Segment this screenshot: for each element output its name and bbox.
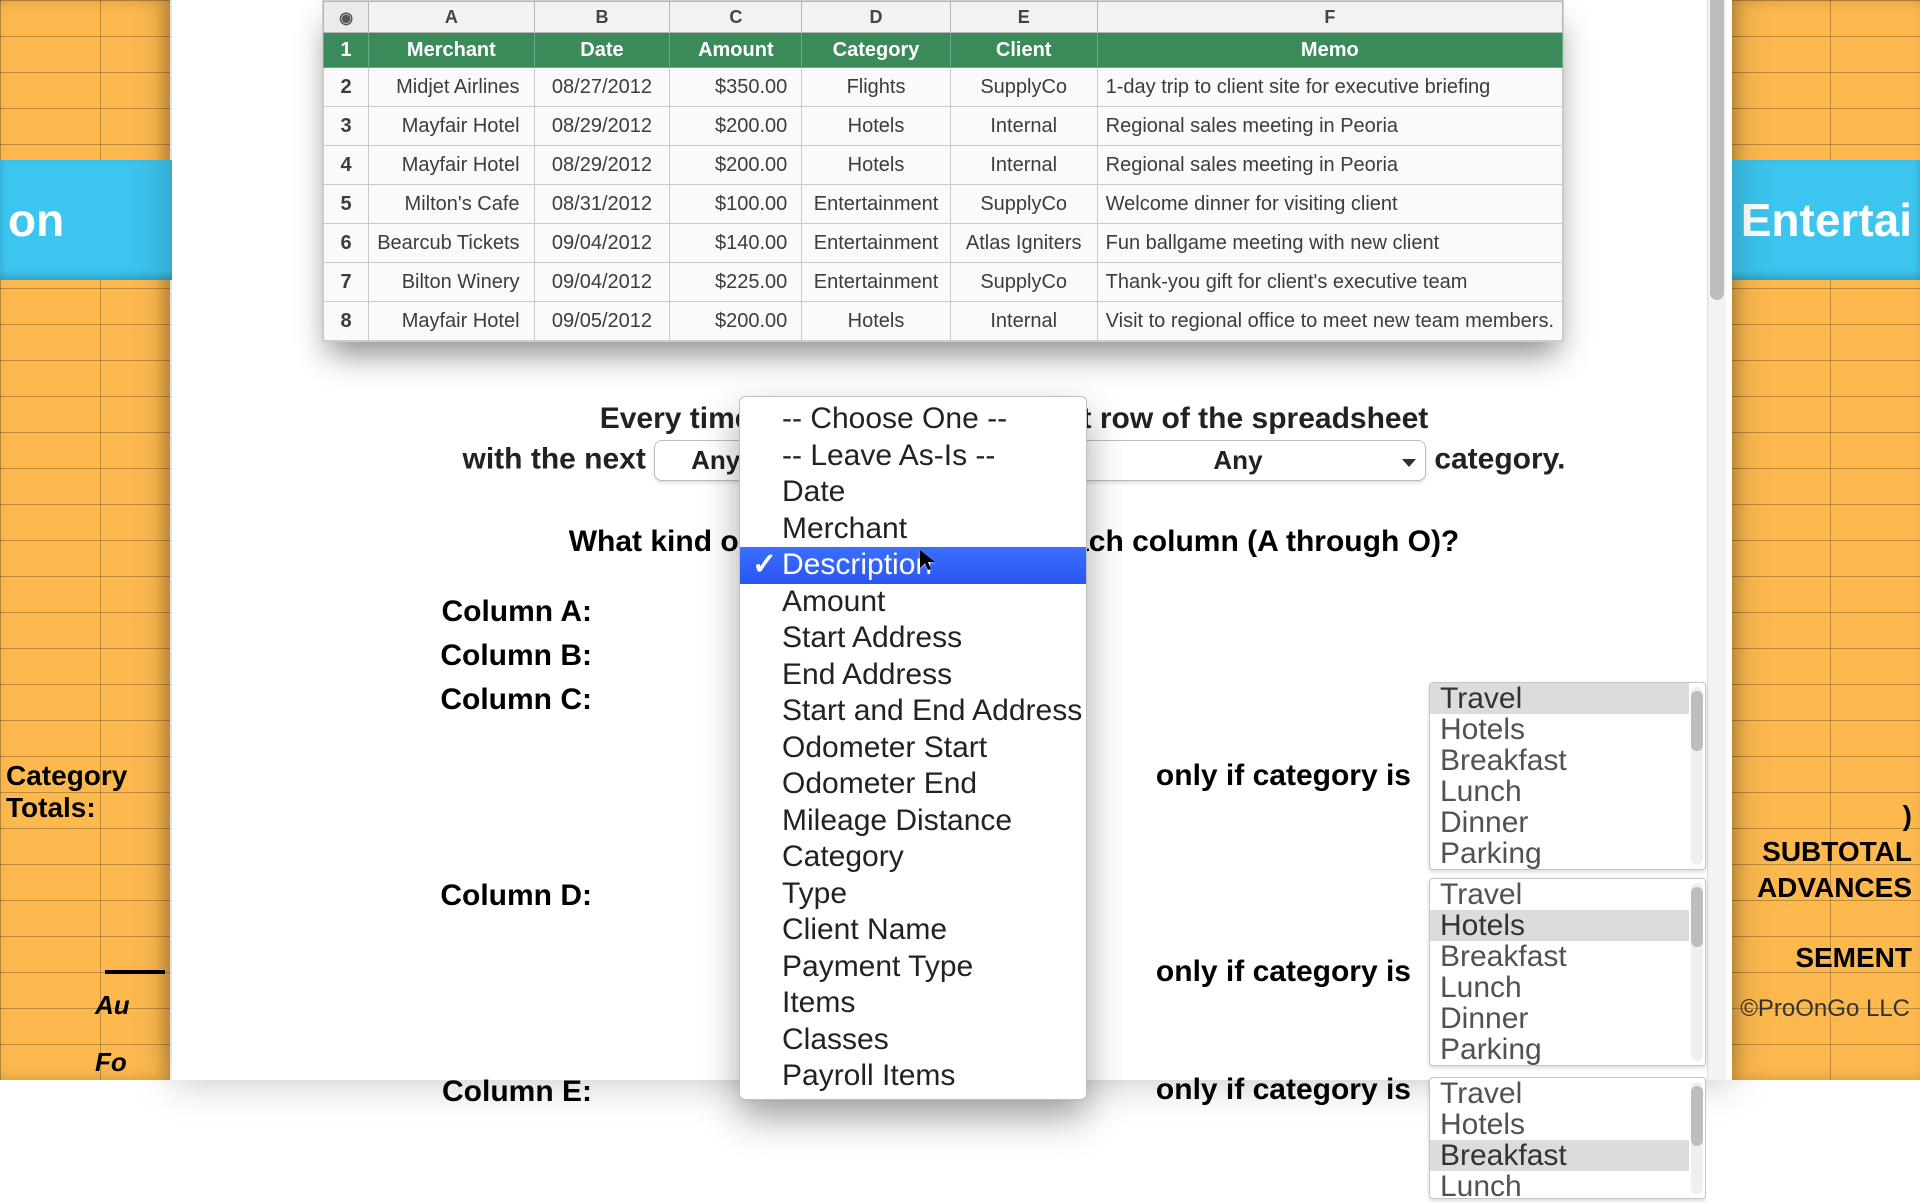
col-letter-C: C xyxy=(670,2,802,33)
column-d-label: Column D: xyxy=(322,877,592,913)
table-row: 3 Mayfair Hotel 08/29/2012 $200.00 Hotel… xyxy=(324,107,1563,146)
listbox-scrollbar[interactable] xyxy=(1691,687,1703,865)
spreadsheet-col-letters-row: A B C D E F xyxy=(324,2,1563,33)
col-letter-B: B xyxy=(534,2,670,33)
config-dialog-card: A B C D E F 1 Merchant Date Amount Categ… xyxy=(172,0,1732,1080)
header-client: Client xyxy=(950,33,1097,68)
spreadsheet-header-row: 1 Merchant Date Amount Category Client M… xyxy=(324,33,1563,68)
bg-left-row-labels: Au Fo xyxy=(95,990,130,1104)
list-item[interactable]: Travel xyxy=(1430,1078,1689,1109)
header-merchant: Merchant xyxy=(369,33,534,68)
table-row: 8 Mayfair Hotel 09/05/2012 $200.00 Hotel… xyxy=(324,302,1563,341)
list-item[interactable]: Dinner xyxy=(1430,807,1689,838)
bg-col-header-left-fragment: on xyxy=(0,160,186,280)
header-category: Category xyxy=(802,33,950,68)
col-letter-E: E xyxy=(950,2,1097,33)
listbox-scrollbar[interactable] xyxy=(1691,883,1703,1061)
dropdown-item[interactable]: Category xyxy=(740,839,1086,876)
dropdown-item[interactable]: -- Choose One -- xyxy=(740,401,1086,438)
category-select[interactable]: Any xyxy=(1066,440,1426,481)
list-item[interactable]: Breakfast xyxy=(1430,1140,1689,1171)
category-select-value: Any xyxy=(1066,440,1426,481)
table-row: 7 Bilton Winery 09/04/2012 $225.00 Enter… xyxy=(324,263,1563,302)
column-e-label: Column E: xyxy=(322,1073,592,1109)
dropdown-item[interactable]: -- Leave As-Is -- xyxy=(740,438,1086,475)
only-if-category-text: only if category is xyxy=(1156,759,1411,793)
dropdown-item[interactable]: Payroll Items xyxy=(740,1058,1086,1095)
list-item[interactable]: Dinner xyxy=(1430,1003,1689,1034)
dropdown-item[interactable]: Mileage Distance xyxy=(740,803,1086,840)
list-item[interactable]: Breakfast xyxy=(1430,941,1689,972)
dropdown-item[interactable]: Description xyxy=(740,547,1086,584)
dropdown-item[interactable]: Date xyxy=(740,474,1086,511)
column-d-category-listbox[interactable]: TravelHotelsBreakfastLunchDinnerParking xyxy=(1429,878,1706,1066)
list-item[interactable]: Hotels xyxy=(1430,910,1689,941)
dropdown-item[interactable]: Odometer Start xyxy=(740,730,1086,767)
bg-right-row-labels: ) SUBTOTAL ADVANCES SEMENT xyxy=(1757,800,1912,978)
select-all-corner xyxy=(324,2,369,33)
only-if-category-text: only if category is xyxy=(1156,1073,1411,1107)
list-item[interactable]: Breakfast xyxy=(1430,745,1689,776)
header-date: Date xyxy=(534,33,670,68)
bg-copyright-text: ©ProOnGo LLC xyxy=(1740,995,1910,1023)
list-item[interactable]: Hotels xyxy=(1430,714,1689,745)
spreadsheet-preview: A B C D E F 1 Merchant Date Amount Categ… xyxy=(322,0,1564,342)
header-amount: Amount xyxy=(670,33,802,68)
listbox-scrollbar-thumb[interactable] xyxy=(1691,691,1703,751)
dropdown-item[interactable]: Start Address xyxy=(740,620,1086,657)
col-letter-D: D xyxy=(802,2,950,33)
dropdown-item[interactable]: Merchant xyxy=(740,511,1086,548)
dropdown-item[interactable]: Odometer End xyxy=(740,766,1086,803)
table-row: 4 Mayfair Hotel 08/29/2012 $200.00 Hotel… xyxy=(324,146,1563,185)
table-row: 6 Bearcub Tickets 09/04/2012 $140.00 Ent… xyxy=(324,224,1563,263)
dropdown-item[interactable]: Amount xyxy=(740,584,1086,621)
dropdown-item[interactable]: Type xyxy=(740,876,1086,913)
listbox-scrollbar-thumb[interactable] xyxy=(1691,887,1703,947)
header-memo: Memo xyxy=(1097,33,1562,68)
dropdown-item[interactable]: Client Name xyxy=(740,912,1086,949)
list-item[interactable]: Lunch xyxy=(1430,776,1689,807)
listbox-scrollbar-thumb[interactable] xyxy=(1691,1086,1703,1146)
bg-divider-fragment xyxy=(105,970,165,974)
bg-category-totals-label: Category Totals: xyxy=(0,760,111,824)
column-e-category-listbox[interactable]: TravelHotelsBreakfastLunchDinnerParking xyxy=(1429,1077,1706,1199)
only-if-category-text: only if category is xyxy=(1156,955,1411,989)
dropdown-item[interactable]: Payment Type xyxy=(740,949,1086,986)
column-a-label: Column A: xyxy=(322,593,592,629)
eye-icon xyxy=(339,7,353,27)
column-c-label: Column C: xyxy=(322,681,592,717)
dropdown-item[interactable]: Start and End Address xyxy=(740,693,1086,730)
row-number-1: 1 xyxy=(324,33,369,68)
list-item[interactable]: Parking xyxy=(1430,1034,1689,1065)
col-letter-A: A xyxy=(369,2,534,33)
table-row: 2 Midjet Airlines 08/27/2012 $350.00 Fli… xyxy=(324,68,1563,107)
list-item[interactable]: Lunch xyxy=(1430,972,1689,1003)
list-item[interactable]: Travel xyxy=(1430,683,1689,714)
list-item[interactable]: Lunch xyxy=(1430,1171,1689,1198)
column-b-label: Column B: xyxy=(322,637,592,673)
listbox-scrollbar[interactable] xyxy=(1691,1082,1703,1194)
table-row: 5 Milton's Cafe 08/31/2012 $100.00 Enter… xyxy=(324,185,1563,224)
list-item[interactable]: Hotels xyxy=(1430,1109,1689,1140)
dropdown-item[interactable]: End Address xyxy=(740,657,1086,694)
col-letter-F: F xyxy=(1097,2,1562,33)
dropdown-item[interactable]: Classes xyxy=(740,1022,1086,1059)
bg-col-header-right-fragment: Entertai xyxy=(1714,160,1920,280)
column-b-field-dropdown-menu[interactable]: -- Choose One ---- Leave As-Is --DateMer… xyxy=(739,396,1087,1100)
column-c-category-listbox[interactable]: TravelHotelsBreakfastLunchDinnerParking xyxy=(1429,682,1706,870)
narrative-prefix: with the next xyxy=(463,442,646,475)
list-item[interactable]: Travel xyxy=(1430,879,1689,910)
narrative-suffix: category. xyxy=(1434,442,1565,475)
dropdown-item[interactable]: Items xyxy=(740,985,1086,1022)
list-item[interactable]: Parking xyxy=(1430,838,1689,869)
